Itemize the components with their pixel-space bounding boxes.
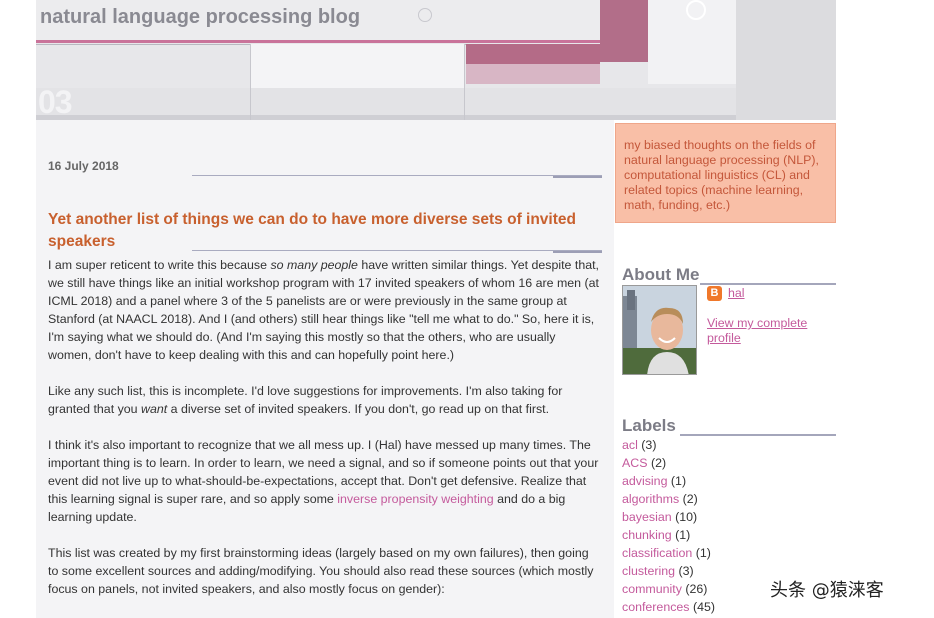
banner-accent-line [36,40,602,43]
label-count: (1) [670,474,687,488]
list-item: conferences (45) [622,598,715,616]
list-item: advising (1) [622,472,715,490]
label-link[interactable]: bayesian [622,510,672,524]
list-item: bayesian (10) [622,508,715,526]
label-link[interactable]: ACS [622,456,647,470]
banner-circle-ornament [686,0,706,20]
site-title[interactable]: natural language processing blog [40,6,360,29]
label-link[interactable]: advising [622,474,667,488]
list-item: chunking (1) [622,526,715,544]
date-rule [192,175,602,176]
label-link[interactable]: community [622,582,682,596]
post-paragraph: This list was created by my first brains… [48,546,594,596]
post-paragraph: I am super reticent to write this becaus… [48,258,599,362]
label-link[interactable]: chunking [622,528,672,542]
banner-side-block [736,0,836,120]
banner-separator [464,44,465,120]
label-link[interactable]: acl [622,438,638,452]
list-item: community (26) [622,580,715,598]
label-count: (10) [675,510,698,524]
list-item: ACS (2) [622,454,715,472]
banner-statue-image [600,0,648,62]
label-count: (2) [682,492,698,506]
banner-photo-block [466,44,600,64]
banner-number: 03 [38,84,73,120]
banner-circle-ornament [418,8,432,22]
date-rule-accent [553,176,602,178]
about-me-heading: About Me [622,265,700,284]
watermark: 头条 @猿涞客 [770,580,884,601]
header-banner: 03 natural language processing blog [36,0,836,120]
post-paragraph: Like any such list, this is incomplete. … [48,384,563,416]
list-item: classification (1) [622,544,715,562]
post-date: 16 July 2018 [48,159,119,173]
blog-description: my biased thoughts on the fields of natu… [615,123,836,223]
banner-separator [250,44,251,120]
list-item: algorithms (2) [622,490,715,508]
label-count: (3) [641,438,657,452]
label-count: (1) [695,546,711,560]
label-count: (1) [675,528,691,542]
post-body: I am super reticent to write this becaus… [48,256,600,616]
emphasis: want [141,402,168,416]
view-profile-link[interactable]: View my complete profile [707,316,827,346]
title-rule-accent [553,251,602,253]
label-count: (26) [685,582,708,596]
emphasis: so many people [270,258,358,272]
profile-photo[interactable] [622,285,697,375]
banner-map-block [250,44,464,88]
banner-photo-block [466,64,600,84]
label-count: (45) [692,600,716,614]
list-item: clustering (3) [622,562,715,580]
about-rule [700,283,836,285]
label-link[interactable]: clustering [622,564,675,578]
labels-list: acl (3) ACS (2) advising (1) algorithms … [622,436,715,616]
label-count: (3) [678,564,694,578]
avatar [623,286,696,374]
label-link[interactable]: conferences [622,600,690,614]
labels-heading: Labels [622,416,676,435]
inverse-propensity-link[interactable]: inverse propensity weighting [337,492,493,506]
post-paragraph: I think it's also important to recognize… [48,438,599,524]
profile-name-link[interactable]: hal [728,286,745,300]
label-link[interactable]: algorithms [622,492,679,506]
title-rule [192,250,602,251]
list-item: acl (3) [622,436,715,454]
label-count: (2) [650,456,667,470]
post-title[interactable]: Yet another list of things we can do to … [48,209,608,253]
blogger-icon: B [707,286,722,301]
label-link[interactable]: classification [622,546,692,560]
